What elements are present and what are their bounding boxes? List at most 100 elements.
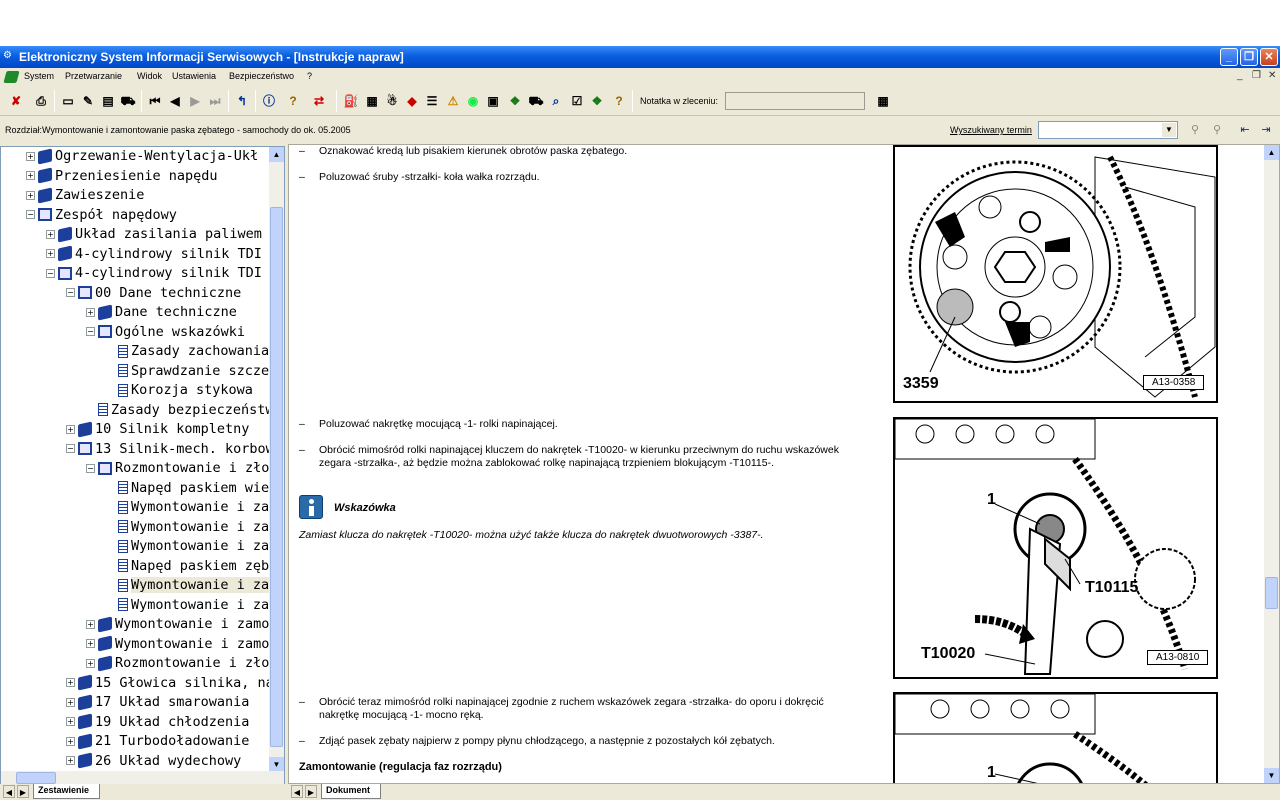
collapse-icon[interactable]: − <box>86 327 95 336</box>
expand-icon[interactable]: + <box>86 658 95 668</box>
expand-icon[interactable]: + <box>86 639 95 648</box>
tree-node[interactable]: Zasady zachowania <box>106 342 269 361</box>
menu-help[interactable]: ? <box>307 71 312 81</box>
notatka-edit-icon[interactable]: ▦ <box>874 92 892 110</box>
help-icon[interactable]: ? <box>284 92 302 110</box>
tree-node[interactable]: + Wymontowanie i zamontowanie <box>86 615 271 634</box>
tree-node[interactable]: Zasady bezpieczeństwa <box>86 401 271 420</box>
scroll-down-icon[interactable]: ▼ <box>269 757 284 772</box>
scroll-up-icon[interactable]: ▲ <box>269 147 284 162</box>
tree-node[interactable]: − Ogólne wskazówki <box>86 323 245 342</box>
menu-bezpieczenstwo[interactable]: Bezpieczeństwo <box>229 71 294 81</box>
collapse-icon[interactable]: ⇤ <box>1236 122 1254 139</box>
search-combo[interactable]: ▼ <box>1038 121 1178 139</box>
document-list-icon[interactable]: ☰ <box>423 92 441 110</box>
tree-node[interactable]: Napęd paskiem wielorowkowym <box>106 479 271 498</box>
mdi-restore-icon[interactable]: ❐ <box>1252 70 1261 81</box>
tree-node[interactable]: + Zawieszenie <box>26 186 144 205</box>
maximize-button[interactable]: ❐ <box>1240 48 1258 66</box>
expand-icon[interactable]: ⇥ <box>1257 122 1275 139</box>
tree-node[interactable]: − 00 Dane techniczne <box>66 284 241 303</box>
print-preview-icon[interactable]: ▣ <box>484 92 502 110</box>
collapse-icon[interactable]: − <box>86 463 95 473</box>
mechanic-icon[interactable]: ☃ <box>383 92 401 110</box>
menu-system[interactable]: System <box>24 71 54 81</box>
tree-node[interactable]: +17 Układ smarowania <box>66 693 249 712</box>
tree-vertical-scrollbar[interactable]: ▲ ▼ <box>269 147 284 772</box>
tree-node[interactable]: Sprawdzanie szczelności <box>106 362 271 381</box>
notatka-field[interactable] <box>725 92 865 110</box>
tree-node[interactable]: +10 Silnik kompletny <box>66 420 249 439</box>
checklist-icon[interactable]: ☑ <box>568 92 586 110</box>
expand-icon[interactable]: + <box>26 171 35 180</box>
tree-node[interactable]: + Dane techniczne <box>86 303 237 322</box>
tree-node[interactable]: +4-cylindrowy silnik TDI <box>46 245 262 264</box>
search-doc-icon[interactable]: ⌕ <box>547 92 565 110</box>
close-button[interactable]: ✕ <box>1260 48 1278 66</box>
tree-node[interactable]: + Przeniesienie napędu <box>26 167 218 186</box>
collapse-icon[interactable]: − <box>46 268 55 278</box>
minimize-button[interactable]: _ <box>1220 48 1238 66</box>
repair-guide-icon[interactable]: ❖ <box>506 92 524 110</box>
tree-node[interactable]: Korozja stykowa <box>106 381 253 400</box>
tree-node[interactable]: + Wymontowanie i zamontowanie <box>86 635 271 654</box>
tree-node[interactable]: + Ogrzewanie-Wentylacja-Ukł <box>26 147 258 166</box>
exit-icon[interactable]: ✘ <box>7 92 25 110</box>
tab-zestawienie[interactable]: Zestawienie <box>33 784 101 799</box>
mdi-close-icon[interactable]: ✕ <box>1268 70 1276 81</box>
vehicle-icon[interactable]: ⛟ <box>119 92 137 110</box>
tree-node[interactable]: + Rozmontowanie i złożenie <box>86 654 271 673</box>
context-help-icon[interactable]: ? <box>610 92 628 110</box>
expand-icon[interactable]: + <box>86 619 95 629</box>
tab-next-icon[interactable]: ▶ <box>17 785 29 798</box>
document-vertical-scrollbar[interactable]: ▲ ▼ <box>1264 145 1279 783</box>
collapse-icon[interactable]: − <box>66 444 75 453</box>
book-icon[interactable]: ◆ <box>403 92 421 110</box>
tree-node[interactable]: − 13 Silnik-mech. korbowy <box>66 440 271 459</box>
scrollbar-thumb[interactable] <box>1265 577 1278 609</box>
scrollbar-thumb[interactable] <box>16 772 56 784</box>
tree-node[interactable]: − Rozmontowanie i złożenie <box>86 459 271 478</box>
print-icon[interactable]: ⎙ <box>32 92 50 110</box>
tree-node[interactable]: − 4-cylindrowy silnik TDI <box>46 264 262 283</box>
expand-icon[interactable]: + <box>66 697 75 707</box>
previous-icon[interactable]: ◀ <box>166 92 184 110</box>
menu-ustawienia[interactable]: Ustawienia <box>172 71 216 81</box>
warning-icon[interactable]: ⚠ <box>444 92 462 110</box>
car-diagnostic-icon[interactable]: ⛽ <box>342 92 360 110</box>
expand-icon[interactable]: + <box>86 307 95 317</box>
tab-prev-icon[interactable]: ◀ <box>3 785 15 798</box>
tree-node[interactable]: +26 Układ wydechowy <box>66 752 241 771</box>
tree-node[interactable]: Napęd paskiem zębatym <box>106 557 271 576</box>
expand-icon[interactable]: + <box>66 678 75 687</box>
tree-node[interactable]: Wymontowanie i zamontowanie <box>106 498 271 517</box>
clipboard-icon[interactable]: ▤ <box>99 92 117 110</box>
globe-icon[interactable]: ◉ <box>464 92 482 110</box>
expand-icon[interactable]: + <box>26 151 35 161</box>
collapse-icon[interactable]: − <box>66 288 75 297</box>
expand-icon[interactable]: + <box>66 756 75 765</box>
last-icon[interactable]: ⏭ <box>206 92 224 110</box>
tree-node[interactable]: +15 Głowica silnika, napęd <box>66 674 271 693</box>
tree-node[interactable]: − Zespół napędowy <box>26 206 177 225</box>
scroll-down-icon[interactable]: ▼ <box>1264 768 1279 783</box>
tab-prev-icon[interactable]: ◀ <box>291 785 303 798</box>
next-icon[interactable]: ▶ <box>186 92 204 110</box>
first-icon[interactable]: ⏮ <box>146 92 164 110</box>
swap-icon[interactable]: ⇄ <box>310 92 328 110</box>
schematic-icon[interactable]: ▦ <box>363 92 381 110</box>
menu-widok[interactable]: Widok <box>137 71 162 81</box>
tab-dokument[interactable]: Dokument <box>321 784 382 799</box>
search-prev-icon[interactable]: ⚲ <box>1186 122 1204 139</box>
module-icon[interactable]: ❖ <box>588 92 606 110</box>
edit-icon[interactable]: ✎ <box>79 92 97 110</box>
scroll-up-icon[interactable]: ▲ <box>1264 145 1279 160</box>
expand-icon[interactable]: + <box>66 717 75 726</box>
tree-node[interactable]: + Układ zasilania paliwem <box>46 225 262 244</box>
vehicle-data-icon[interactable]: ⛟ <box>527 92 545 110</box>
expand-icon[interactable]: + <box>26 190 35 200</box>
up-level-icon[interactable]: ↰ <box>233 92 251 110</box>
chevron-down-icon[interactable]: ▼ <box>1162 123 1176 137</box>
tree-node[interactable]: Wymontowanie i zamontowanie <box>106 576 271 595</box>
tree-node[interactable]: +19 Układ chłodzenia <box>66 713 249 732</box>
